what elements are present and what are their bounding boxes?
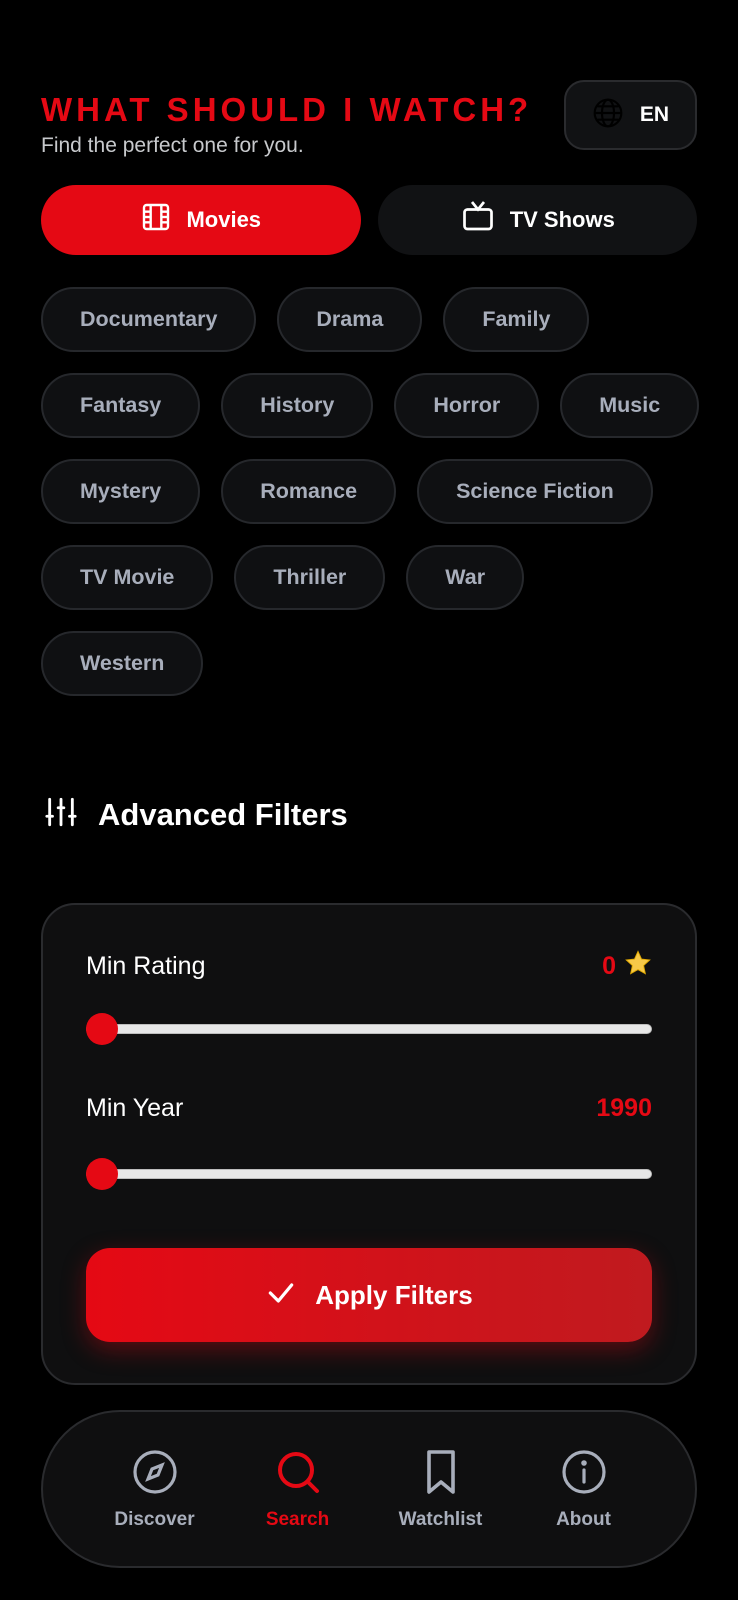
advanced-filters-title: Advanced Filters: [98, 796, 348, 832]
nav-about-label: About: [556, 1508, 611, 1530]
slider-thumb[interactable]: [86, 1013, 118, 1045]
min-rating-slider[interactable]: [86, 1011, 652, 1047]
min-year-slider[interactable]: [86, 1156, 652, 1192]
language-label: EN: [639, 103, 670, 126]
genre-list: Documentary Drama Family Fantasy History…: [41, 287, 701, 696]
slider-track: [86, 1024, 652, 1034]
genre-chip[interactable]: Western: [41, 631, 204, 696]
app-subtitle: Find the perfect one for you.: [41, 134, 304, 157]
nav-search-label: Search: [265, 1508, 330, 1530]
app-title: WHAT SHOULD I WATCH?: [41, 91, 533, 128]
min-year-label: Min Year: [86, 1094, 184, 1122]
genre-chip[interactable]: Science Fiction: [417, 459, 653, 524]
genre-chip[interactable]: Music: [560, 373, 700, 438]
info-icon: [560, 1448, 608, 1501]
nav-watchlist[interactable]: Watchlist: [386, 1448, 496, 1531]
apply-filters-button[interactable]: Apply Filters: [86, 1248, 652, 1342]
genre-chip[interactable]: War: [406, 545, 525, 610]
apply-filters-label: Apply Filters: [315, 1279, 473, 1310]
search-icon: [274, 1448, 322, 1501]
nav-discover-label: Discover: [114, 1508, 195, 1530]
genre-chip[interactable]: Drama: [277, 287, 423, 352]
content-type-toggle: Movies TV Shows: [41, 185, 697, 255]
genre-chip[interactable]: TV Movie: [41, 545, 214, 610]
nav-watchlist-label: Watchlist: [398, 1508, 483, 1530]
slider-track: [86, 1169, 652, 1179]
genre-chip[interactable]: Romance: [221, 459, 397, 524]
compass-icon: [131, 1448, 179, 1501]
tv-shows-tab[interactable]: TV Shows: [377, 185, 697, 255]
bookmark-icon: [417, 1448, 465, 1501]
genre-chip[interactable]: Horror: [394, 373, 540, 438]
film-icon: [140, 201, 172, 239]
nav-search[interactable]: Search: [243, 1448, 353, 1531]
genre-chip[interactable]: Documentary: [41, 287, 257, 352]
min-rating-number: 0: [602, 952, 616, 980]
slider-thumb[interactable]: [86, 1158, 118, 1190]
advanced-filters-heading: Advanced Filters: [44, 795, 348, 834]
movies-tab[interactable]: Movies: [41, 185, 361, 255]
bottom-nav: Discover Search Watchlist About: [41, 1410, 697, 1568]
header: WHAT SHOULD I WATCH? Find the perfect on…: [41, 90, 561, 158]
min-year-row: Min Year 1990: [86, 1094, 652, 1123]
tv-icon: [460, 199, 496, 241]
min-rating-value: 0: [602, 949, 652, 984]
tv-shows-tab-label: TV Shows: [509, 207, 615, 232]
genre-chip[interactable]: History: [221, 373, 374, 438]
filters-card: Min Rating 0 Min Year 1990 Apply Filters: [41, 903, 697, 1385]
min-rating-label: Min Rating: [86, 952, 206, 980]
min-rating-row: Min Rating 0: [86, 949, 652, 984]
nav-discover[interactable]: Discover: [100, 1448, 210, 1531]
star-icon: [624, 949, 652, 984]
nav-about[interactable]: About: [529, 1448, 639, 1531]
genre-chip[interactable]: Thriller: [234, 545, 386, 610]
globe-icon: [592, 97, 624, 134]
genre-chip[interactable]: Mystery: [41, 459, 201, 524]
language-button[interactable]: EN: [564, 80, 697, 150]
genre-chip[interactable]: Family: [443, 287, 590, 352]
sliders-icon: [44, 795, 78, 834]
check-icon: [265, 1277, 297, 1314]
genre-chip[interactable]: Fantasy: [41, 373, 201, 438]
min-year-value: 1990: [596, 1094, 652, 1122]
movies-tab-label: Movies: [186, 207, 262, 232]
